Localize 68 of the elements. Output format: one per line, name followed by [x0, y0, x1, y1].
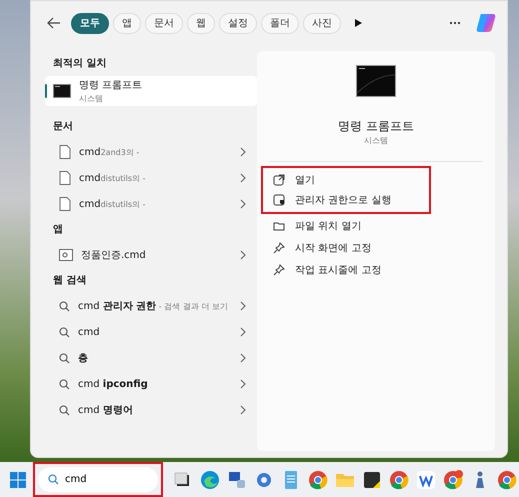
best-match-item[interactable]: 명령 프롬프트 시스템 — [45, 76, 257, 106]
preview-subtitle: 시스템 — [364, 135, 388, 147]
filter-tab[interactable]: 앱 — [113, 12, 141, 34]
chevron-right-icon — [239, 250, 247, 260]
w-app-icon[interactable] — [415, 468, 437, 490]
web-search-result[interactable]: 층 — [45, 345, 257, 371]
script-file-icon — [59, 249, 73, 261]
play-icon[interactable] — [353, 18, 363, 28]
search-icon — [59, 378, 70, 390]
section-heading: 최적의 일치 — [52, 57, 108, 71]
action-item[interactable]: 관리자 권한으로 실행 — [263, 190, 429, 210]
filter-tab[interactable]: 문서 — [145, 12, 183, 34]
open-external-icon — [273, 174, 285, 186]
action-item[interactable]: 파일 위치 열기 — [257, 216, 495, 236]
search-icon — [59, 300, 70, 312]
pin-icon — [273, 242, 285, 254]
shield-window-icon — [273, 194, 285, 206]
action-item[interactable]: 시작 화면에 고정 — [257, 238, 495, 258]
taskbar-search-field[interactable]: cmd — [38, 467, 158, 492]
chevron-right-icon — [239, 173, 247, 183]
chevron-right-icon — [239, 405, 247, 415]
chrome-icon[interactable] — [307, 468, 329, 490]
web-search-result[interactable]: cmd ipconfig — [45, 371, 257, 397]
document-icon — [59, 145, 71, 159]
browser-icon[interactable] — [199, 468, 221, 490]
search-icon — [59, 404, 70, 416]
section-heading: 앱 — [52, 223, 64, 237]
pin-icon — [273, 264, 285, 276]
copilot-logo-icon[interactable] — [475, 12, 497, 34]
filter-tab[interactable]: 폴더 — [261, 12, 299, 34]
search-icon — [48, 474, 59, 485]
app-result[interactable]: 정품인증.cmd — [45, 242, 257, 268]
filter-tab[interactable]: 사진 — [303, 12, 341, 34]
action-item[interactable]: 열기 — [263, 170, 429, 190]
document-icon — [59, 171, 71, 185]
filter-tab[interactable]: 웹 — [187, 12, 215, 34]
chevron-right-icon — [239, 353, 247, 363]
back-arrow-icon[interactable] — [47, 17, 61, 29]
document-result[interactable]: cmddistutils의 - — [45, 191, 257, 217]
chevron-right-icon — [239, 379, 247, 389]
filter-tab[interactable]: 설정 — [219, 12, 257, 34]
preview-title: 명령 프롬프트 — [338, 118, 414, 135]
web-search-result[interactable]: cmd 명령어 — [45, 397, 257, 423]
search-icon — [59, 326, 70, 338]
best-match-title: 명령 프롬프트 — [79, 78, 142, 92]
chevron-right-icon — [239, 301, 247, 311]
web-search-result[interactable]: cmd 관리자 권한 - 검색 결과 더 보기 — [45, 293, 257, 319]
windows-logo-icon[interactable] — [10, 472, 26, 488]
document-icon — [59, 197, 71, 211]
search-icon — [59, 352, 70, 364]
terminal-icon — [356, 65, 396, 97]
document-result[interactable]: cmd2and3의 - — [45, 139, 257, 165]
more-icon[interactable] — [449, 21, 461, 25]
web-search-result[interactable]: cmd — [45, 319, 257, 345]
section-heading: 문서 — [52, 120, 74, 134]
best-match-subtitle: 시스템 — [79, 92, 104, 104]
chrome-icon[interactable] — [496, 468, 518, 490]
chrome-icon[interactable] — [388, 468, 410, 490]
action-item[interactable]: 작업 표시줄에 고정 — [257, 260, 495, 280]
chrome-icon[interactable] — [442, 468, 464, 490]
terminal-icon — [53, 84, 71, 98]
chevron-right-icon — [239, 147, 247, 157]
chevron-right-icon — [239, 327, 247, 337]
document-result[interactable]: cmddistutils의 - — [45, 165, 257, 191]
folder-icon — [273, 220, 285, 232]
filter-tab[interactable]: 모두 — [71, 12, 109, 34]
chevron-right-icon — [239, 199, 247, 209]
section-heading: 웹 검색 — [52, 274, 88, 288]
